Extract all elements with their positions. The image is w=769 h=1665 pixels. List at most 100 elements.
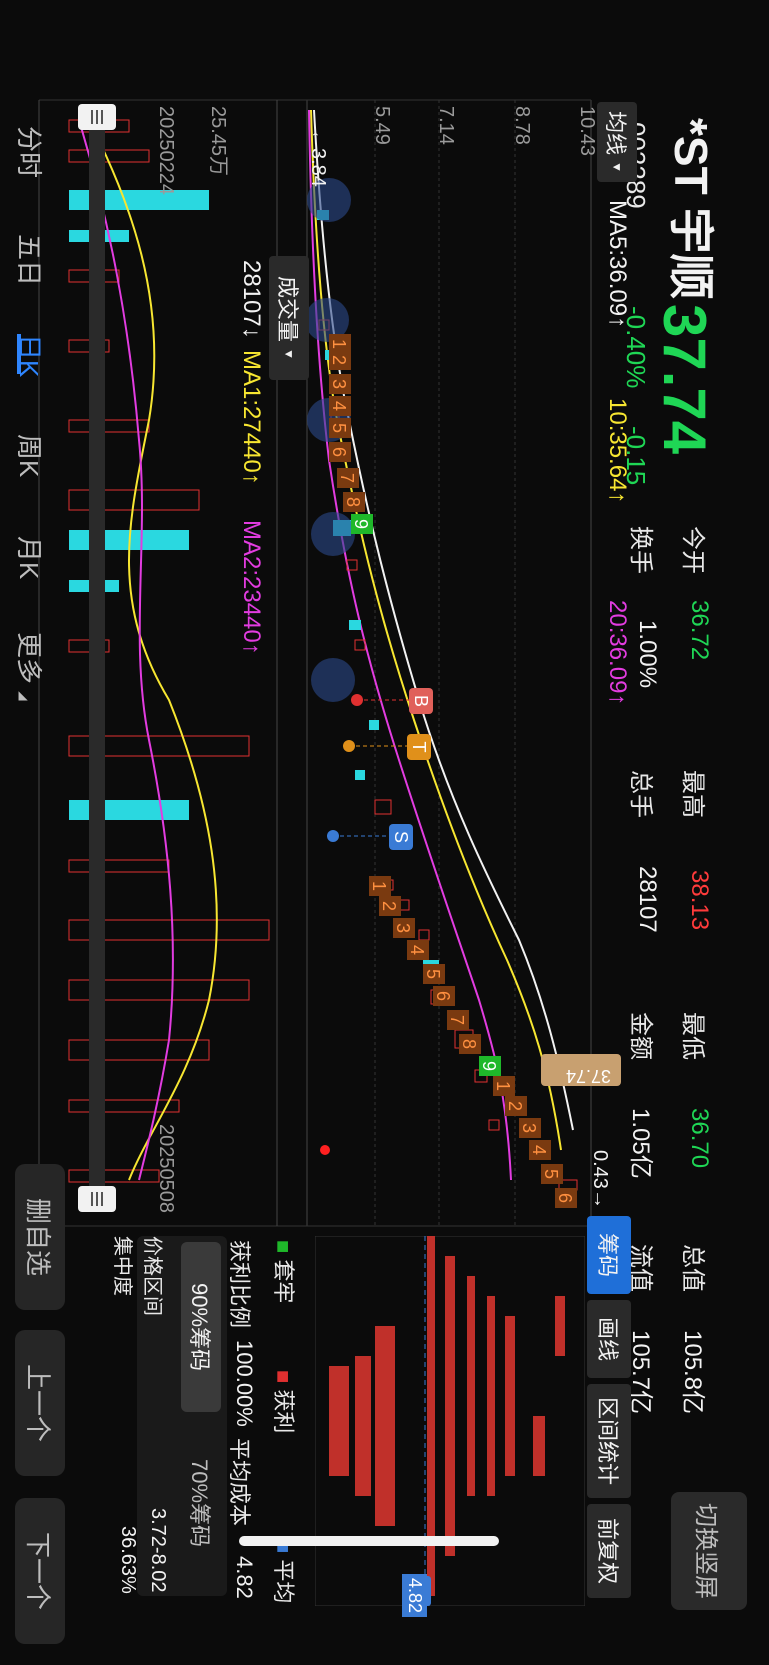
y-label: 10.43 (576, 106, 598, 156)
volume-ma1: MA1:27440↑ (238, 350, 265, 485)
legend-average: ■ 平均 (271, 1540, 296, 1604)
next-button[interactable]: 下一个 (15, 1498, 65, 1644)
seq-label: 9 (479, 1061, 499, 1071)
seq-label: 5 (329, 423, 349, 433)
ma20-line (308, 109, 512, 1181)
seq-label: 1 (369, 881, 389, 891)
switch-portrait-label: 切换竖屏 (692, 1503, 720, 1599)
candle (349, 620, 361, 630)
seq-label: 5 (423, 969, 443, 979)
tab-five-day[interactable]: 五日 (12, 234, 49, 286)
y-label-3: 5.49 (371, 106, 393, 145)
arrow-left-icon: ← (307, 128, 329, 148)
price-tag-label: 37.74 (565, 1066, 611, 1086)
seq-label: 2 (505, 1101, 525, 1111)
scrollbar-left-handle[interactable] (78, 104, 116, 130)
seq-label: 6 (555, 1193, 575, 1203)
candle (418, 929, 430, 941)
seq-label: 6 (329, 447, 349, 457)
tab-more[interactable]: 更多 ◢ (12, 632, 49, 700)
seq-label: 4 (407, 945, 427, 955)
volume-y-label: 25.45万 (207, 106, 229, 177)
seq-label: 4 (329, 401, 349, 411)
seq-label: 3 (393, 923, 413, 933)
stat-mktcap-label: 总值 (679, 1244, 706, 1292)
candle (369, 720, 379, 730)
stat-float-label: 流值 (627, 1244, 654, 1292)
stat-float-value: 105.7亿 (627, 1330, 654, 1415)
adjust-tab[interactable]: 前复权 (587, 1504, 631, 1598)
legend-trapped-swatch: ■ (271, 1240, 296, 1254)
legend-profit-swatch: ■ (271, 1370, 296, 1384)
draw-tab[interactable]: 画线 (587, 1300, 631, 1378)
home-indicator (239, 1536, 499, 1546)
sell-label: S (391, 831, 411, 843)
candle (488, 1119, 500, 1131)
vol-ma1-line (88, 119, 218, 1181)
seq-label: 6 (433, 991, 453, 1001)
chip-tab-70[interactable]: 70%筹码 (181, 1418, 221, 1588)
chip-distribution (315, 1236, 585, 1606)
avg-cost-label: 平均成本 (227, 1438, 252, 1527)
seq-label: 5 (541, 1169, 561, 1179)
avg-price-tag: 4.82 (402, 1574, 427, 1618)
seq-label: 8 (459, 1039, 479, 1049)
avg-cost-value: 4.82 (232, 1556, 257, 1599)
seq-labels-c: 1 2 3 4 5 6 (493, 1076, 577, 1208)
seq-label: 9 (351, 519, 371, 529)
switch-portrait-button[interactable]: 切换竖屏 (671, 1492, 747, 1610)
seq-label: 3 (329, 379, 349, 389)
chip-tab-90[interactable]: 90%筹码 (181, 1242, 221, 1412)
profit-ratio-label: 获利比例 (227, 1240, 252, 1329)
t-label: T (409, 742, 429, 753)
concentration-value: 36.63% (117, 1526, 139, 1594)
candle (354, 639, 366, 651)
end-date: 20250508 (155, 1124, 177, 1213)
previous-button[interactable]: 上一个 (15, 1330, 65, 1476)
arrow-right-icon: → (589, 1188, 611, 1209)
low-marker: ←3.84 (307, 128, 329, 187)
seq-label: 2 (329, 355, 349, 365)
seq-label: 2 (379, 901, 399, 911)
volume-selector-label: 成交量 (275, 276, 300, 343)
seq-label: 1 (329, 339, 349, 349)
buy-label: B (411, 695, 431, 707)
candle (355, 770, 365, 780)
volume-ma2: MA2:23440↑ (238, 520, 265, 655)
signal-circle (311, 512, 355, 556)
scrollbar-right-handle[interactable] (78, 1186, 116, 1212)
kline-chart[interactable]: 10.43 B T S 1 2 3 4 5 6 7 8 9 1 2 3 4 5 … (0, 0, 769, 1230)
start-date: 20250224 (155, 106, 177, 195)
range-stats-tab[interactable]: 区间统计 (587, 1384, 631, 1498)
price-range-label: 价格区间 (141, 1236, 163, 1316)
y-label-1: 8.78 (511, 106, 533, 145)
remove-watchlist-button[interactable]: 删自选 (15, 1164, 65, 1310)
high-marker: 0.43→ (589, 1150, 611, 1209)
y-label-2: 7.14 (435, 106, 457, 145)
tab-monthly-k[interactable]: 月K (12, 536, 49, 579)
signal-circle (311, 658, 355, 702)
legend-profit: ■ 获利 (271, 1370, 296, 1434)
tab-intraday[interactable]: 分时 (12, 126, 49, 178)
seq-labels-b: 1 2 3 4 5 6 7 8 9 (369, 876, 501, 1076)
volume-selector[interactable]: 成交量 ▼ (269, 256, 309, 380)
seq-label: 7 (337, 473, 357, 483)
stat-mktcap-value: 105.8亿 (679, 1330, 706, 1415)
candle (374, 799, 392, 815)
tab-active-indicator (17, 334, 21, 374)
seq-label: 7 (447, 1015, 467, 1025)
seq-label: 1 (493, 1081, 513, 1091)
price-range-value: 3.72-8.02 (147, 1508, 169, 1593)
tab-weekly-k[interactable]: 周K (12, 434, 49, 477)
time-scrollbar[interactable] (89, 110, 105, 1200)
caret-down-icon: ▼ (282, 348, 296, 360)
landscape-stage: *ST 宇顺 002289 37.74 -0.40% -0.15 今开 36.7… (0, 0, 769, 1665)
profit-ratio-value: 100.00% (232, 1340, 257, 1427)
legend-trapped: ■ 套牢 (271, 1240, 296, 1304)
concentration-label: 集中度 (111, 1236, 133, 1296)
red-dot (320, 1145, 330, 1155)
bts-markers: B T S (327, 688, 433, 850)
seq-label: 4 (529, 1145, 549, 1155)
chips-tab[interactable]: 筹码 (587, 1216, 631, 1294)
corner-arrow-icon: ◢ (17, 691, 31, 701)
